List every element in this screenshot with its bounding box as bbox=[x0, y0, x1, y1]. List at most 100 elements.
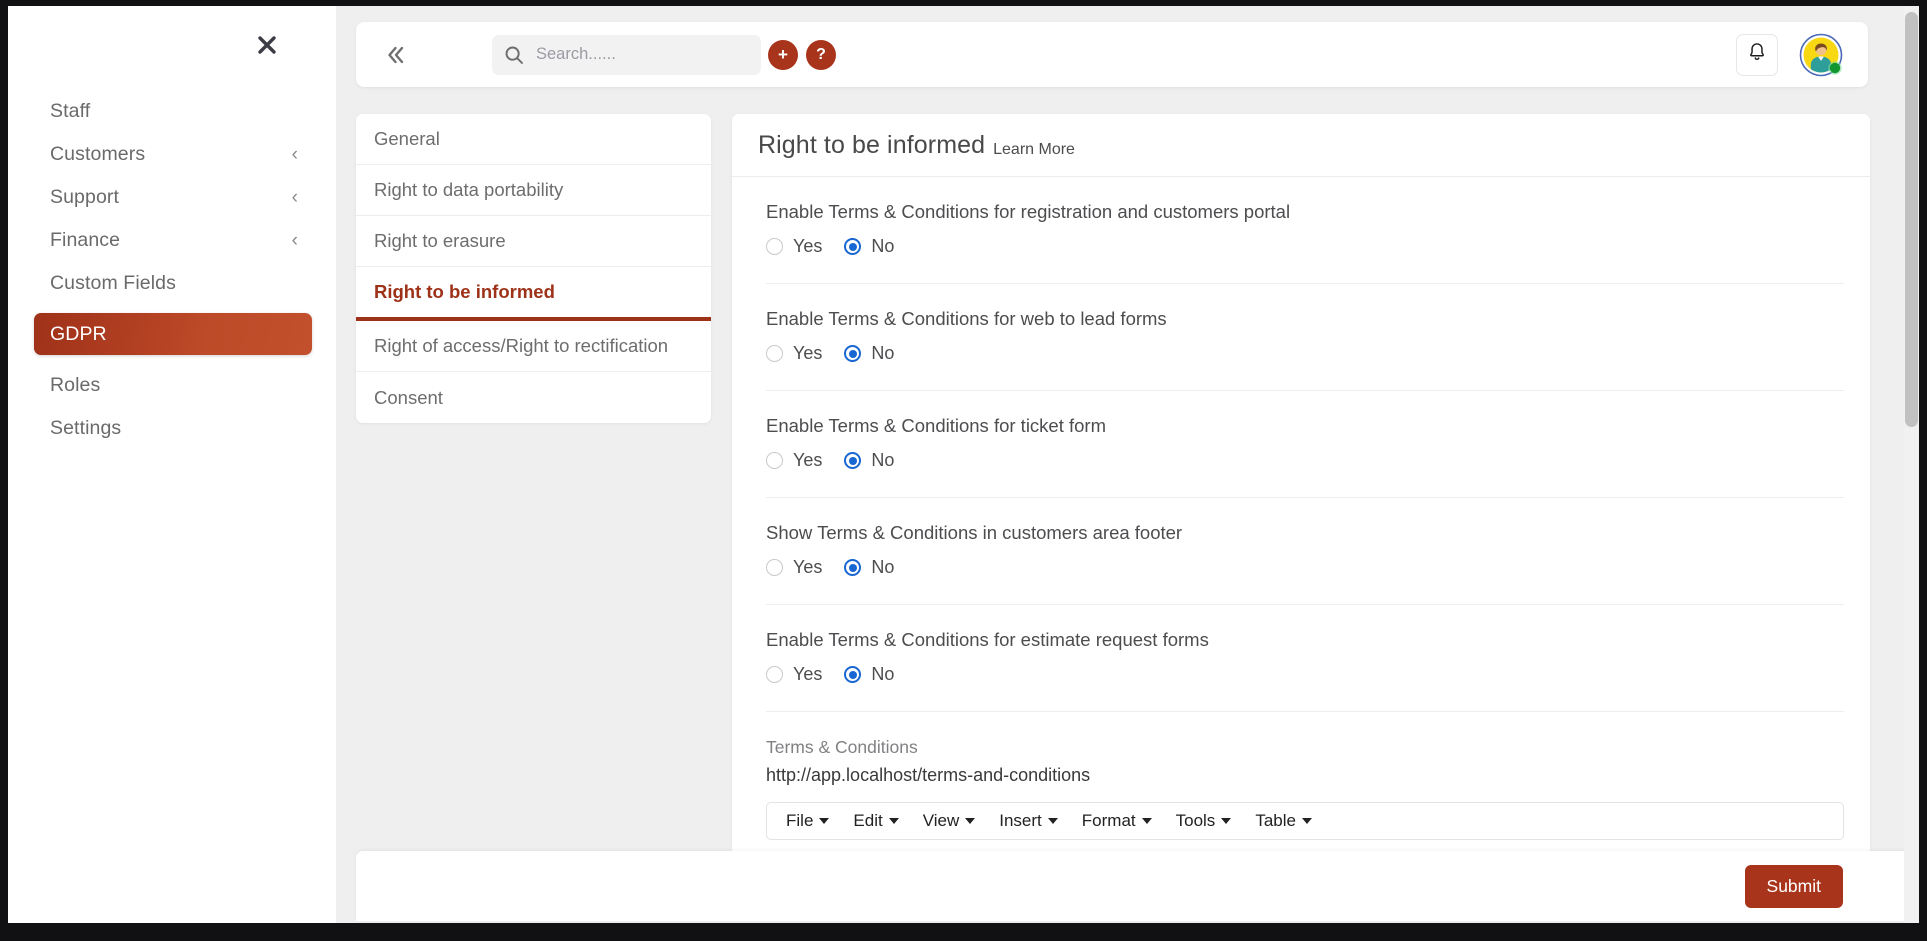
tab-right-to-erasure[interactable]: Right to erasure bbox=[356, 216, 711, 267]
chevron-down-icon bbox=[1301, 818, 1312, 824]
tab-consent[interactable]: Consent bbox=[356, 372, 711, 423]
learn-more-link[interactable]: Learn More bbox=[993, 141, 1075, 159]
tab-label: Consent bbox=[374, 386, 443, 408]
editor-menu-edit[interactable]: Edit bbox=[842, 807, 909, 835]
radio-button[interactable] bbox=[844, 666, 862, 683]
radio-option-no[interactable]: No bbox=[844, 450, 894, 471]
chevron-down-icon bbox=[888, 818, 899, 824]
editor-menu-label: Table bbox=[1255, 811, 1296, 830]
close-icon[interactable] bbox=[250, 28, 284, 62]
radio-button[interactable] bbox=[844, 559, 862, 576]
chevron-down-icon bbox=[965, 818, 976, 824]
sidebar-item-support[interactable]: Support ‹ bbox=[34, 176, 312, 218]
radio-option-no[interactable]: No bbox=[844, 343, 894, 364]
settings-panel: Right to be informed Learn More Enable T… bbox=[732, 114, 1870, 914]
radio-option-yes[interactable]: Yes bbox=[766, 664, 822, 685]
radio-button[interactable] bbox=[844, 345, 862, 362]
radio-label: No bbox=[871, 450, 895, 470]
radio-option-no[interactable]: No bbox=[844, 236, 894, 257]
sidebar-item-gdpr[interactable]: GDPR bbox=[34, 313, 312, 355]
radio-button[interactable] bbox=[766, 666, 783, 683]
sidebar-item-staff[interactable]: Staff bbox=[34, 90, 312, 132]
chevron-down-icon bbox=[1221, 818, 1232, 824]
tab-right-to-data-portability[interactable]: Right to data portability bbox=[356, 165, 711, 216]
radio-button[interactable] bbox=[766, 238, 783, 255]
tab-general[interactable]: General bbox=[356, 114, 711, 165]
radio-label: No bbox=[871, 343, 895, 363]
setting-row: Enable Terms & Conditions for registrati… bbox=[766, 177, 1844, 284]
top-bar: + ? bbox=[356, 22, 1868, 87]
body-area: General Right to data portability Right to… bbox=[336, 103, 1919, 923]
submit-button[interactable]: Submit bbox=[1744, 864, 1843, 908]
sidebar-item-label: Roles bbox=[50, 373, 101, 396]
sidebar-item-label: GDPR bbox=[50, 322, 107, 345]
avatar[interactable] bbox=[1799, 33, 1843, 77]
sidebar-item-label: Finance bbox=[50, 228, 121, 251]
radio-label: Yes bbox=[793, 450, 823, 470]
radio-label: No bbox=[871, 664, 895, 684]
editor-menu-insert[interactable]: Insert bbox=[988, 807, 1069, 835]
gdpr-tab-list: General Right to data portability Right to… bbox=[356, 114, 711, 423]
radio-button[interactable] bbox=[766, 452, 783, 469]
chevron-left-icon: ‹ bbox=[291, 143, 298, 165]
radio-button[interactable] bbox=[766, 345, 783, 362]
radio-option-yes[interactable]: Yes bbox=[766, 557, 822, 578]
radio-label: Yes bbox=[793, 557, 823, 577]
editor-menu-format[interactable]: Format bbox=[1071, 807, 1163, 835]
vertical-scrollbar-thumb[interactable] bbox=[1905, 12, 1918, 427]
sidebar-nav: Staff Customers ‹ Support ‹ Finance ‹ Custom Fi… bbox=[8, 90, 336, 450]
tab-label: General bbox=[374, 128, 440, 149]
rich-text-editor[interactable]: File Edit View Insert Format Tools Table bbox=[766, 802, 1844, 840]
add-button[interactable]: + bbox=[768, 39, 798, 70]
browser-viewport: Staff Customers ‹ Support ‹ Finance ‹ Custom Fi… bbox=[0, 0, 1927, 941]
sidebar-item-roles[interactable]: Roles bbox=[34, 364, 312, 406]
fields-container: Enable Terms & Conditions for registrati… bbox=[766, 177, 1844, 712]
vertical-scrollbar-track[interactable] bbox=[1904, 6, 1919, 923]
sidebar-item-label: Customers bbox=[50, 142, 146, 165]
search-input[interactable] bbox=[536, 45, 756, 64]
form-action-bar: Submit bbox=[356, 851, 1919, 921]
editor-menu-table[interactable]: Table bbox=[1244, 807, 1323, 835]
radio-button[interactable] bbox=[844, 452, 862, 469]
editor-menu-file[interactable]: File bbox=[775, 807, 840, 835]
editor-menu-view[interactable]: View bbox=[912, 807, 987, 835]
sidebar-item-label: Settings bbox=[50, 416, 122, 439]
setting-label: Enable Terms & Conditions for ticket for… bbox=[766, 415, 1106, 436]
radio-button[interactable] bbox=[766, 559, 783, 576]
setting-label: Enable Terms & Conditions for estimate r… bbox=[766, 629, 1209, 650]
setting-row: Enable Terms & Conditions for web to lea… bbox=[766, 284, 1844, 391]
radio-option-yes[interactable]: Yes bbox=[766, 450, 822, 471]
double-chevron-left-icon[interactable] bbox=[372, 32, 418, 78]
chevron-left-icon: ‹ bbox=[291, 186, 298, 208]
sidebar-item-label: Staff bbox=[50, 99, 91, 122]
sidebar-item-settings[interactable]: Settings bbox=[34, 407, 312, 449]
radio-option-no[interactable]: No bbox=[844, 557, 894, 578]
sidebar-item-custom-fields[interactable]: Custom Fields bbox=[34, 262, 312, 304]
radio-option-no[interactable]: No bbox=[844, 664, 894, 685]
editor-menu-label: View bbox=[922, 811, 960, 830]
tab-right-to-be-informed[interactable]: Right to be informed bbox=[356, 267, 711, 321]
editor-menu-label: Insert bbox=[999, 811, 1042, 830]
radio-label: No bbox=[871, 557, 895, 577]
page-title: Right to be informed bbox=[758, 130, 986, 159]
sidebar-item-customers[interactable]: Customers ‹ bbox=[34, 133, 312, 175]
radio-option-yes[interactable]: Yes bbox=[766, 343, 822, 364]
help-button-label: ? bbox=[816, 45, 826, 63]
radio-group: Yes No bbox=[766, 236, 1844, 257]
sidebar-item-finance[interactable]: Finance ‹ bbox=[34, 219, 312, 261]
search-box[interactable] bbox=[492, 34, 761, 75]
radio-group: Yes No bbox=[766, 557, 1844, 578]
radio-button[interactable] bbox=[844, 238, 862, 255]
editor-menu-label: Format bbox=[1081, 811, 1136, 830]
notifications-button[interactable] bbox=[1736, 33, 1778, 76]
search-icon bbox=[504, 44, 526, 66]
panel-body: Enable Terms & Conditions for registrati… bbox=[732, 177, 1870, 840]
tab-right-of-access-right-to-rectification[interactable]: Right of access/Right to rectification bbox=[356, 321, 711, 372]
sidebar-item-label: Support bbox=[50, 185, 119, 208]
radio-option-yes[interactable]: Yes bbox=[766, 236, 822, 257]
editor-menu-tools[interactable]: Tools bbox=[1165, 807, 1243, 835]
help-button[interactable]: ? bbox=[806, 39, 836, 70]
